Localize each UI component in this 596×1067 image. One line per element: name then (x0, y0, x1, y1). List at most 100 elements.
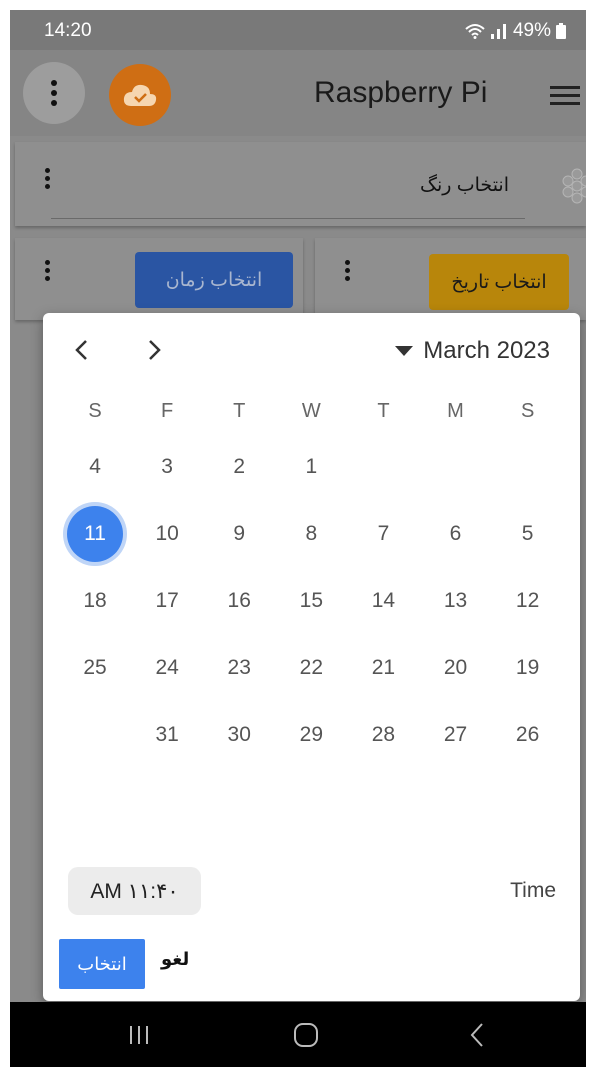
calendar-day[interactable]: 22 (275, 644, 347, 692)
pick-date-button[interactable]: انتخاب تاریخ (429, 254, 569, 310)
calendar-week-row: 4 3 2 1 (59, 433, 564, 500)
card-more-icon[interactable] (45, 168, 50, 189)
calendar-day-number: 1 (305, 454, 318, 478)
battery-icon (556, 23, 566, 39)
calendar-day[interactable]: 8 (275, 510, 347, 558)
cancel-button[interactable]: لغو (161, 949, 189, 970)
calendar-day-number: 7 (377, 521, 390, 545)
calendar-week-row: 11 10 9 8 7 6 5 (59, 500, 564, 567)
calendar-day[interactable]: 12 (492, 577, 564, 625)
confirm-button[interactable]: انتخاب (59, 939, 145, 989)
calendar-day-number: 20 (443, 655, 468, 679)
calendar-day[interactable]: 14 (347, 577, 419, 625)
chevron-left-icon[interactable] (67, 335, 97, 365)
calendar-day[interactable]: 31 (131, 711, 203, 759)
calendar-day-number: 29 (299, 722, 323, 746)
time-label: Time (510, 879, 556, 902)
calendar-day[interactable]: 30 (203, 711, 275, 759)
calendar-day[interactable]: 2 (203, 443, 275, 491)
calendar-day[interactable]: 29 (275, 711, 347, 759)
weekday-label: S (88, 400, 102, 422)
time-picker-card: انتخاب زمان (15, 238, 303, 320)
calendar-day-number: 28 (371, 722, 396, 746)
calendar-day-number: 26 (515, 722, 540, 746)
caret-down-icon (395, 346, 414, 356)
color-picker-label[interactable]: انتخاب رنگ (420, 174, 509, 197)
more-options-button[interactable] (23, 62, 85, 124)
calendar-day[interactable]: 7 (347, 510, 419, 558)
calendar-day-number: 19 (515, 655, 540, 679)
weekday-label: W (301, 400, 321, 422)
calendar-day-number: 2 (233, 454, 246, 478)
calendar-day[interactable]: 5 (492, 510, 564, 558)
calendar-day-number: 14 (371, 588, 396, 612)
calendar-day[interactable]: 10 (131, 510, 203, 558)
calendar-day[interactable]: 18 (59, 577, 131, 625)
color-palette-icon[interactable] (557, 166, 586, 206)
weekday-header-row: S F T W T M S (59, 389, 564, 433)
calendar-day-number: 5 (521, 521, 534, 545)
home-icon[interactable] (293, 1022, 319, 1048)
weekday-label: F (161, 400, 174, 422)
card-more-icon[interactable] (45, 260, 50, 281)
calendar-day-number: 15 (299, 588, 323, 612)
calendar-day[interactable]: 24 (131, 644, 203, 692)
calendar-empty-cell (347, 443, 419, 491)
calendar-empty-cell (419, 443, 491, 491)
calendar-day-number: 24 (155, 655, 179, 679)
cloud-check-icon (123, 84, 157, 106)
calendar-day[interactable]: 28 (347, 711, 419, 759)
calendar-day-number: 17 (155, 588, 179, 612)
calendar-day-number: 30 (227, 722, 251, 746)
calendar-day-number: 21 (371, 655, 396, 679)
month-year-label: March 2023 (423, 337, 550, 364)
calendar-day[interactable]: 15 (275, 577, 347, 625)
hamburger-menu-icon[interactable] (550, 86, 580, 106)
calendar-day-number: 12 (515, 588, 540, 612)
calendar-day[interactable]: 3 (131, 443, 203, 491)
card-more-icon[interactable] (345, 260, 350, 281)
calendar-day-number: 31 (155, 722, 179, 746)
calendar-day[interactable]: 20 (419, 644, 491, 692)
calendar-week-row: 25 24 23 22 21 20 19 (59, 634, 564, 701)
calendar-day[interactable]: 9 (203, 510, 275, 558)
calendar-day[interactable]: 27 (419, 711, 491, 759)
calendar-empty-cell (59, 711, 131, 759)
weekday-label: T (233, 400, 246, 422)
calendar-day-number: 9 (233, 521, 246, 545)
calendar-day[interactable]: 19 (492, 644, 564, 692)
calendar-day-number: 23 (227, 655, 251, 679)
app-bar: Raspberry Pi (10, 50, 586, 136)
calendar-day-selected[interactable]: 11 (59, 501, 131, 566)
cloud-sync-button[interactable] (109, 64, 171, 126)
calendar-empty-cell (492, 443, 564, 491)
chevron-right-icon[interactable] (139, 335, 169, 365)
pick-time-button[interactable]: انتخاب زمان (135, 252, 293, 308)
calendar-day[interactable]: 4 (59, 443, 131, 491)
calendar-day[interactable]: 21 (347, 644, 419, 692)
calendar-day[interactable]: 16 (203, 577, 275, 625)
color-field-underline (51, 218, 525, 219)
calendar-day-number: 27 (443, 722, 468, 746)
calendar-day[interactable]: 25 (59, 644, 131, 692)
date-picker-card: انتخاب تاریخ (315, 238, 586, 320)
calendar-day[interactable]: 6 (419, 510, 491, 558)
status-bar: 14:20 49% (10, 10, 586, 50)
recent-apps-icon[interactable] (128, 1024, 150, 1046)
calendar-day-number: 18 (83, 588, 107, 612)
weekday-label: S (520, 400, 535, 422)
calendar-day-number: 6 (449, 521, 462, 545)
back-icon[interactable] (467, 1022, 487, 1048)
calendar-day[interactable]: 1 (275, 443, 347, 491)
calendar-day[interactable]: 17 (131, 577, 203, 625)
calendar-day-number: 25 (83, 655, 107, 679)
month-year-select[interactable]: March 2023 (395, 337, 550, 365)
calendar-day-number: 11 (84, 521, 106, 545)
calendar-day[interactable]: 13 (419, 577, 491, 625)
more-vert-icon (51, 80, 57, 106)
calendar-day[interactable]: 26 (492, 711, 564, 759)
color-picker-card: انتخاب رنگ (15, 142, 586, 226)
time-chip[interactable]: AM ۱۱:۴۰ (68, 867, 201, 915)
app-title: Raspberry Pi (314, 76, 488, 109)
calendar-day[interactable]: 23 (203, 644, 275, 692)
